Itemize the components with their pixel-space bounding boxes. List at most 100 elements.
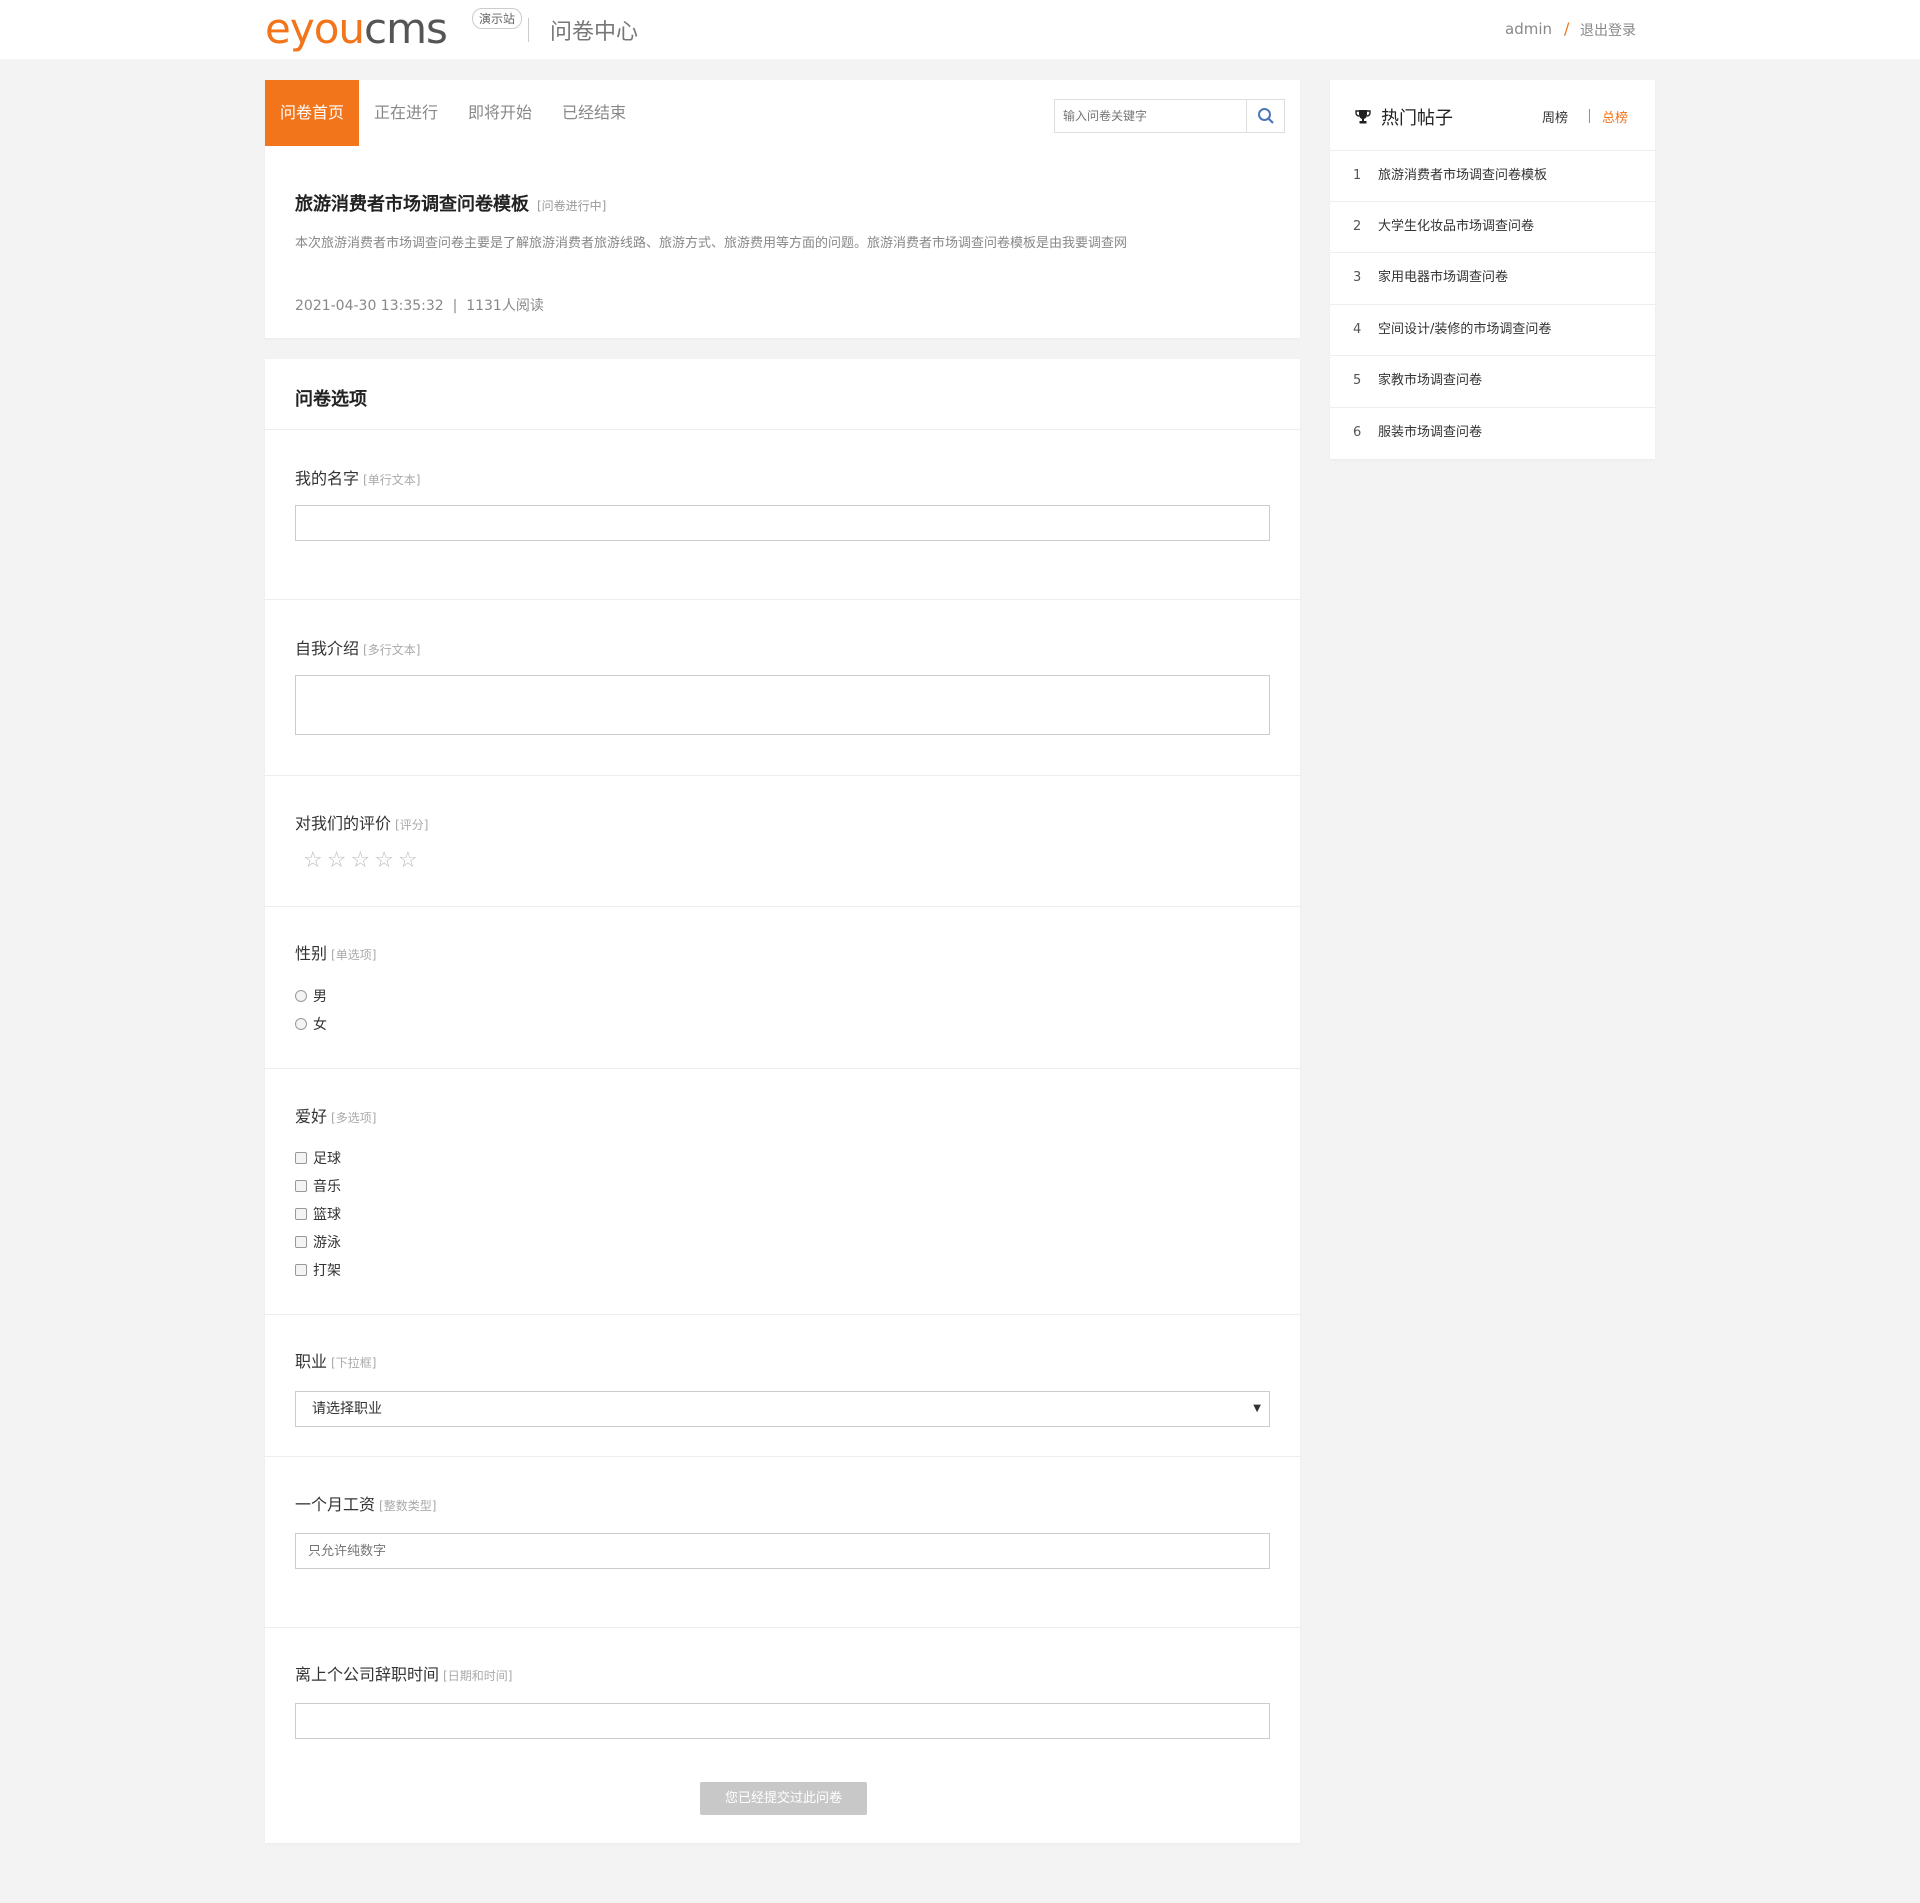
- question-gender-label: 性别 [单选项]: [295, 940, 376, 964]
- post-title[interactable]: 家用电器市场调查问卷: [1378, 253, 1508, 303]
- submit-button[interactable]: 您已经提交过此问卷: [700, 1782, 867, 1815]
- logout-link[interactable]: 退出登录: [1580, 20, 1636, 40]
- search-button[interactable]: [1246, 100, 1284, 132]
- rank-number: 4: [1353, 322, 1362, 337]
- header-divider: [528, 18, 529, 42]
- survey-meta: 2021-04-30 13:35:32 | 1131人阅读: [295, 298, 544, 314]
- list-item[interactable]: 1 旅游消费者市场调查问卷模板: [1330, 150, 1655, 201]
- tab-home[interactable]: 问卷首页: [265, 80, 360, 146]
- list-item[interactable]: 5 家教市场调查问卷: [1330, 355, 1655, 406]
- radio-button[interactable]: [295, 1018, 307, 1030]
- top-header: e you cms 演示站 问卷中心 admin / 退出登录: [0, 0, 1920, 59]
- checkbox[interactable]: [295, 1264, 307, 1276]
- dropdown-arrow-icon: ▼: [1253, 1403, 1261, 1414]
- divider: [265, 906, 1300, 907]
- divider: [265, 1627, 1300, 1628]
- question-hobby-type: [多选项]: [331, 1111, 377, 1125]
- hot-posts-panel: 热门帖子 周榜 总榜 1 旅游消费者市场调查问卷模板 2 大学生化妆品市场调查问…: [1330, 80, 1655, 459]
- page-title: 问卷中心: [550, 20, 639, 45]
- survey-title-text: 旅游消费者市场调查问卷模板: [295, 194, 529, 215]
- question-hobby-text: 爱好: [295, 1107, 328, 1126]
- hobby-option-fighting[interactable]: 打架: [295, 1260, 341, 1280]
- list-item[interactable]: 4 空间设计/装修的市场调查问卷: [1330, 304, 1655, 355]
- star-icon[interactable]: ☆: [303, 848, 323, 873]
- question-date-text: 离上个公司辞职时间: [295, 1665, 440, 1684]
- question-gender-type: [单选项]: [331, 948, 377, 962]
- checkbox[interactable]: [295, 1236, 307, 1248]
- question-intro-type: [多行文本]: [363, 643, 421, 657]
- intro-textarea[interactable]: [296, 676, 1269, 734]
- date-input[interactable]: [296, 1704, 1269, 1738]
- hot-posts-title-text: 热门帖子: [1381, 108, 1453, 129]
- checkbox[interactable]: [295, 1152, 307, 1164]
- survey-info-panel: 问卷首页 正在进行 即将开始 已经结束 旅游消费者市场调查问卷模板 [问卷进行中]…: [265, 80, 1300, 338]
- question-job-type: [下拉框]: [331, 1356, 377, 1370]
- tab-upcoming[interactable]: 即将开始: [453, 80, 547, 146]
- question-date-type: [日期和时间]: [443, 1669, 513, 1683]
- gender-option-male[interactable]: 男: [295, 986, 327, 1006]
- tab-weekly[interactable]: 周榜: [1542, 107, 1568, 126]
- post-title[interactable]: 家教市场调查问卷: [1378, 356, 1482, 406]
- rank-number: 1: [1353, 168, 1362, 183]
- intro-field[interactable]: [295, 675, 1270, 735]
- question-name-label: 我的名字 [单行文本]: [295, 465, 420, 489]
- option-label: 游泳: [313, 1235, 341, 1251]
- option-label: 音乐: [313, 1179, 341, 1195]
- job-select-value: 请选择职业: [312, 1401, 382, 1417]
- tab-total[interactable]: 总榜: [1602, 107, 1628, 126]
- gender-option-female[interactable]: 女: [295, 1014, 327, 1034]
- hobby-option-football[interactable]: 足球: [295, 1148, 341, 1168]
- option-label: 足球: [313, 1151, 341, 1167]
- question-intro-text: 自我介绍: [295, 639, 360, 658]
- checkbox[interactable]: [295, 1180, 307, 1192]
- question-name-type: [单行文本]: [363, 473, 421, 487]
- list-item[interactable]: 2 大学生化妆品市场调查问卷: [1330, 201, 1655, 252]
- option-label: 男: [313, 989, 327, 1005]
- checkbox[interactable]: [295, 1208, 307, 1220]
- divider: [265, 775, 1300, 776]
- question-rating-text: 对我们的评价: [295, 814, 392, 833]
- star-icon[interactable]: ☆: [350, 848, 370, 873]
- tab-ended[interactable]: 已经结束: [547, 80, 641, 146]
- star-icon[interactable]: ☆: [374, 848, 394, 873]
- rank-number: 6: [1353, 425, 1362, 440]
- post-title[interactable]: 旅游消费者市场调查问卷模板: [1378, 151, 1547, 201]
- date-field[interactable]: [295, 1703, 1270, 1739]
- question-salary-text: 一个月工资: [295, 1495, 376, 1514]
- search-input[interactable]: [1055, 100, 1246, 132]
- form-heading: 问卷选项: [295, 389, 367, 410]
- divider: [265, 599, 1300, 600]
- logo-e: e: [265, 4, 291, 53]
- question-hobby-label: 爱好 [多选项]: [295, 1103, 376, 1127]
- post-title[interactable]: 空间设计/装修的市场调查问卷: [1378, 305, 1551, 355]
- option-label: 篮球: [313, 1207, 341, 1223]
- question-job-text: 职业: [295, 1352, 328, 1371]
- divider: [265, 1068, 1300, 1069]
- salary-input[interactable]: [296, 1534, 1269, 1568]
- name-input[interactable]: [296, 506, 1269, 540]
- post-title[interactable]: 服装市场调查问卷: [1378, 408, 1482, 458]
- question-name-text: 我的名字: [295, 469, 360, 488]
- tab-ongoing[interactable]: 正在进行: [359, 80, 453, 146]
- user-link[interactable]: admin: [1505, 20, 1552, 38]
- post-title[interactable]: 大学生化妆品市场调查问卷: [1378, 202, 1534, 252]
- star-icon[interactable]: ☆: [327, 848, 347, 873]
- question-salary-label: 一个月工资 [整数类型]: [295, 1491, 436, 1515]
- rank-number: 5: [1353, 373, 1362, 388]
- radio-button[interactable]: [295, 990, 307, 1002]
- option-label: 女: [313, 1017, 327, 1033]
- question-date-label: 离上个公司辞职时间 [日期和时间]: [295, 1661, 512, 1685]
- list-item[interactable]: 6 服装市场调查问卷: [1330, 407, 1655, 458]
- list-item[interactable]: 3 家用电器市场调查问卷: [1330, 252, 1655, 303]
- rank-number: 3: [1353, 270, 1362, 285]
- eyoucms-logo[interactable]: e you cms: [265, 4, 448, 53]
- hobby-option-swimming[interactable]: 游泳: [295, 1232, 341, 1252]
- star-icon[interactable]: ☆: [398, 848, 418, 873]
- job-select[interactable]: 请选择职业 ▼: [295, 1391, 1270, 1427]
- logo-you: you: [289, 4, 365, 53]
- question-gender-text: 性别: [295, 944, 328, 963]
- hobby-option-music[interactable]: 音乐: [295, 1176, 341, 1196]
- salary-field[interactable]: [295, 1533, 1270, 1569]
- hobby-option-basketball[interactable]: 篮球: [295, 1204, 341, 1224]
- name-field[interactable]: [295, 505, 1270, 541]
